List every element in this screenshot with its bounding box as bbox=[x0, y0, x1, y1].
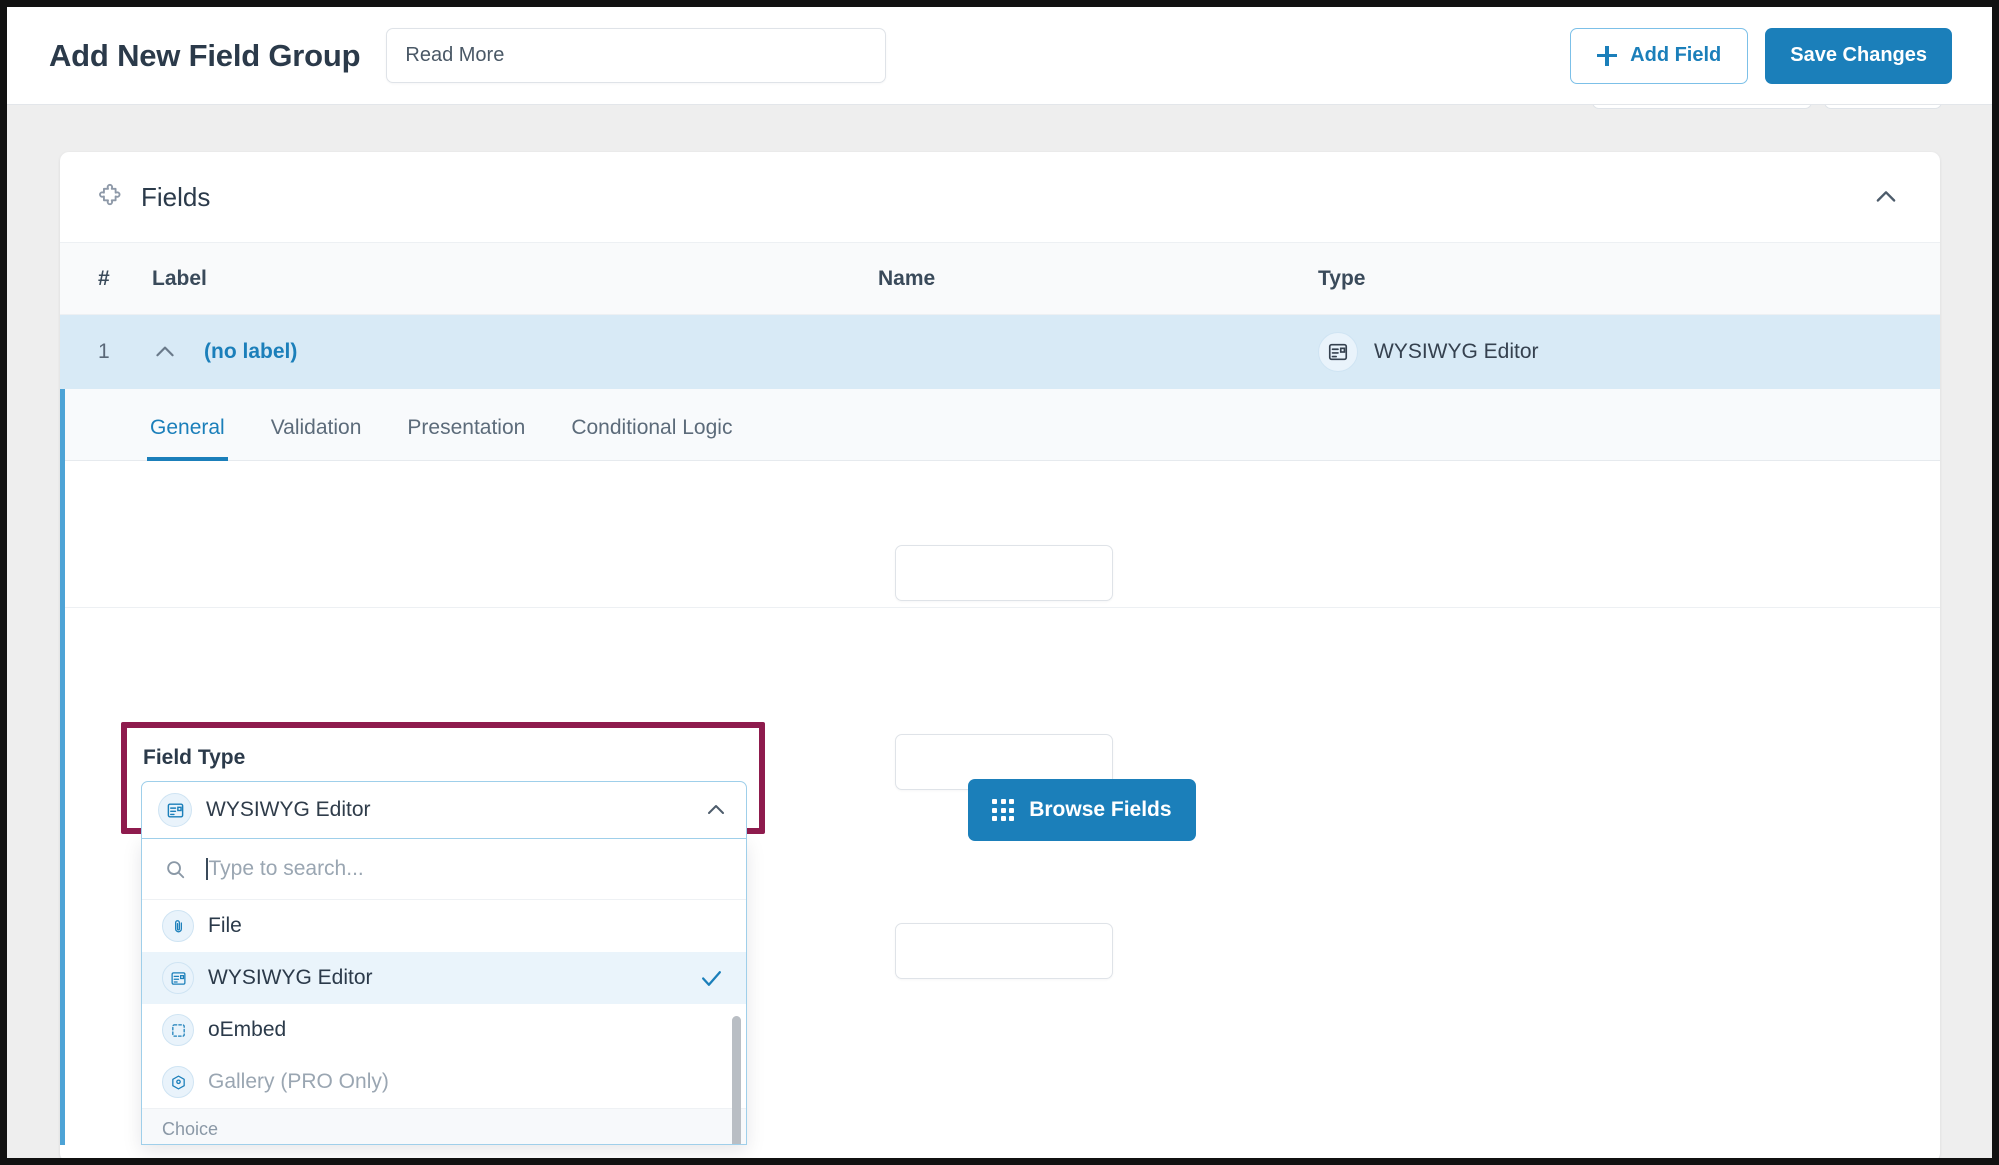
save-changes-label: Save Changes bbox=[1790, 44, 1927, 66]
column-header-type: Type bbox=[1318, 266, 1366, 290]
background-input-3[interactable] bbox=[895, 923, 1113, 979]
browse-fields-button[interactable]: Browse Fields bbox=[968, 779, 1196, 841]
checkmark-icon bbox=[699, 966, 724, 991]
field-settings-panel: General Validation Presentation Conditio… bbox=[60, 389, 1940, 1145]
field-type-label: Field Type bbox=[143, 746, 246, 769]
field-settings-tabs: General Validation Presentation Conditio… bbox=[65, 389, 1940, 461]
wysiwyg-icon bbox=[158, 793, 192, 827]
row-type-cell: WYSIWYG Editor bbox=[1318, 332, 1940, 372]
field-type-dropdown: Type to search... File WYSIWYG Editor oE… bbox=[141, 838, 747, 1145]
dropdown-item-wysiwyg-editor[interactable]: WYSIWYG Editor bbox=[142, 952, 746, 1004]
column-header-label: Label bbox=[152, 266, 207, 290]
add-field-label: Add Field bbox=[1630, 44, 1722, 66]
chevron-up-icon[interactable] bbox=[704, 798, 728, 822]
paperclip-icon bbox=[162, 910, 194, 942]
oembed-icon bbox=[162, 1014, 194, 1046]
search-input[interactable]: Type to search... bbox=[209, 857, 364, 881]
column-header-number: # bbox=[98, 266, 110, 290]
add-field-button[interactable]: Add Field bbox=[1570, 27, 1749, 84]
fields-card-header: Fields bbox=[60, 152, 1940, 243]
wysiwyg-icon bbox=[1318, 332, 1358, 372]
fields-table-header: # Label Name Type bbox=[60, 243, 1940, 315]
fields-card-title: Fields bbox=[141, 181, 211, 212]
browse-fields-label: Browse Fields bbox=[1029, 798, 1172, 821]
table-row[interactable]: 1 (no label) WYSIWYG Editor bbox=[60, 315, 1940, 389]
column-header-name: Name bbox=[878, 266, 936, 290]
page-title: Add New Field Group bbox=[49, 37, 361, 73]
plus-icon bbox=[1597, 45, 1618, 66]
field-settings-body: Field Type WYSIWYG Editor Browse Fields … bbox=[65, 461, 1940, 1145]
dropdown-item-oembed[interactable]: oEmbed bbox=[142, 1004, 746, 1056]
background-input-1[interactable] bbox=[895, 545, 1113, 601]
row-number: 1 bbox=[98, 340, 110, 363]
field-group-title-value: Read More bbox=[405, 44, 505, 66]
field-type-value: WYSIWYG Editor bbox=[206, 798, 371, 821]
row-collapse-icon[interactable] bbox=[152, 339, 178, 365]
app-window: Add New Field Group Read More Add Field … bbox=[0, 0, 1999, 1165]
save-changes-button[interactable]: Save Changes bbox=[1765, 27, 1952, 84]
field-group-title-input[interactable]: Read More bbox=[386, 28, 887, 83]
tab-conditional-logic[interactable]: Conditional Logic bbox=[571, 416, 732, 460]
puzzle-icon bbox=[96, 183, 124, 211]
dropdown-item-label: File bbox=[208, 914, 242, 937]
dropdown-item-label: Gallery (PRO Only) bbox=[208, 1070, 389, 1093]
dropdown-item-gallery[interactable]: Gallery (PRO Only) bbox=[142, 1056, 746, 1108]
dropdown-item-label: WYSIWYG Editor bbox=[208, 966, 373, 989]
gallery-icon bbox=[162, 1066, 194, 1098]
dropdown-item-label: oEmbed bbox=[208, 1018, 287, 1041]
dropdown-item-file[interactable]: File bbox=[142, 900, 746, 952]
tab-validation[interactable]: Validation bbox=[271, 416, 362, 460]
top-header-bar: Add New Field Group Read More Add Field … bbox=[7, 7, 1992, 105]
row-type-label: WYSIWYG Editor bbox=[1374, 340, 1539, 363]
tab-general[interactable]: General bbox=[147, 416, 228, 461]
dropdown-search-row[interactable]: Type to search... bbox=[142, 838, 746, 900]
header-actions: Add Field Save Changes bbox=[1570, 27, 1952, 84]
dropdown-group-heading: Choice bbox=[142, 1108, 746, 1144]
tab-presentation[interactable]: Presentation bbox=[407, 416, 525, 460]
panel-divider bbox=[65, 607, 1940, 608]
collapse-card-icon[interactable] bbox=[1872, 183, 1900, 211]
text-cursor bbox=[206, 857, 208, 880]
row-label-link[interactable]: (no label) bbox=[204, 340, 297, 364]
search-icon bbox=[164, 858, 186, 880]
field-type-select[interactable]: WYSIWYG Editor bbox=[141, 781, 747, 839]
grid-icon bbox=[992, 798, 1015, 822]
fields-card: Fields # Label Name Type 1 (no label) WY… bbox=[60, 152, 1940, 1158]
wysiwyg-icon bbox=[162, 962, 194, 994]
dropdown-scrollbar-thumb[interactable] bbox=[732, 1016, 741, 1144]
dropdown-list: File WYSIWYG Editor oEmbed Gallery (PRO … bbox=[142, 900, 746, 1144]
